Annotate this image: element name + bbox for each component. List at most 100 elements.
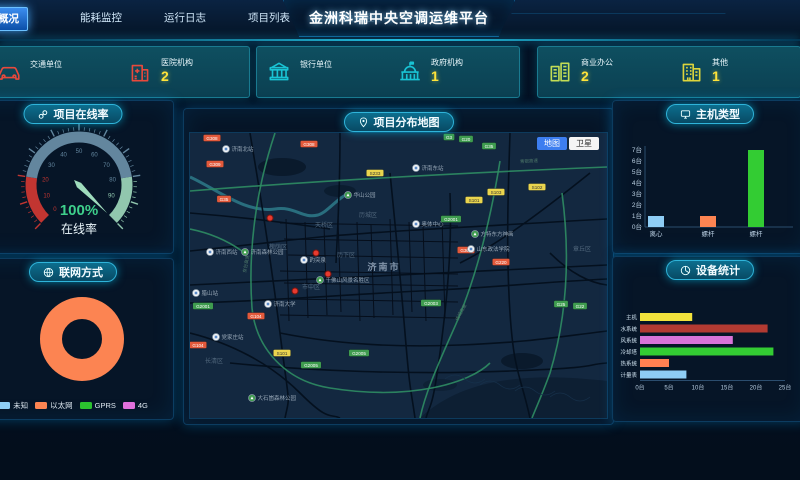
road-badge: G308 <box>203 135 220 142</box>
x-axis-label: 螺杆 <box>702 229 716 238</box>
panel-device-stats-header: 设备统计 <box>666 260 754 280</box>
globe-icon <box>43 267 54 278</box>
building-icon <box>678 59 704 85</box>
legend-item-4G[interactable]: 4G <box>123 401 148 410</box>
gauge-tick <box>43 139 45 142</box>
station-marker[interactable]: 党家庄站 <box>213 333 245 341</box>
map-lake <box>501 353 543 369</box>
gauge-tick-label: 50 <box>76 149 83 155</box>
gauge-label: 在线率 <box>61 221 97 236</box>
svg-text:G25: G25 <box>557 302 566 307</box>
gauge-tick <box>116 143 118 146</box>
svg-text:G2005: G2005 <box>352 351 366 356</box>
map-toggle-地图[interactable]: 地图 <box>537 137 567 150</box>
road-badge: S103 <box>487 189 504 196</box>
poi-label: 济南东站 <box>422 164 445 172</box>
government-icon <box>397 59 423 85</box>
project-marker[interactable] <box>325 271 331 277</box>
legend-swatch <box>123 402 135 409</box>
district-label: 历下区 <box>337 252 355 259</box>
panel-device-stats: 设备统计 主机水系统风系统冷却塔热系统计量表0台5台10台15台20台25台 <box>612 256 800 422</box>
stat-item: 医院机构2 <box>118 47 249 97</box>
gauge-tick <box>120 147 123 149</box>
stat-value: 2 <box>581 68 613 86</box>
district-label: 章丘区 <box>573 245 591 253</box>
legend-item-以太网[interactable]: 以太网 <box>35 400 73 411</box>
poi-label: 济南西站 <box>216 248 239 256</box>
project-marker[interactable] <box>267 215 273 221</box>
legend-item-GPRS[interactable]: GPRS <box>80 401 116 410</box>
legend-label: 4G <box>138 401 148 410</box>
station-marker[interactable]: 腊山站 <box>193 289 219 297</box>
poi-label: 济南北站 <box>232 145 255 153</box>
map-canvas[interactable]: 京台高速绕城高速青银高速槐荫区天桥区历城区历下区市中区长清区章丘区济南市G308… <box>189 132 608 419</box>
road-badge: S102 <box>528 184 545 191</box>
gauge-tick-label: 90 <box>108 194 115 200</box>
y-axis-label: 5台 <box>632 167 642 176</box>
legend-item-未知[interactable]: 未知 <box>0 400 28 411</box>
device-stats-bar-chart: 主机水系统风系统冷却塔热系统计量表0台5台10台15台20台25台 <box>619 279 800 417</box>
legend-swatch <box>35 402 47 409</box>
station-marker[interactable]: 济南大学 <box>265 300 297 308</box>
panel-host-type-header: 主机类型 <box>666 104 754 124</box>
stat-label: 交通单位 <box>30 60 62 70</box>
stat-card-transport-hospital: 交通单位 医院机构2 <box>0 46 250 98</box>
svg-text:G220: G220 <box>495 260 507 265</box>
office-icon <box>547 59 573 85</box>
road-badge: G104 <box>190 342 207 349</box>
svg-text:S102: S102 <box>532 185 543 190</box>
station-marker[interactable]: 奥体中心 <box>413 220 445 228</box>
dashboard-app: 概况 能耗监控 运行日志 项目列表 视频监控 金洲科瑞中央空调运维平台 交通单位… <box>0 0 800 480</box>
stat-item: 商业办公2 <box>538 47 669 97</box>
park-marker[interactable]: 千佛山风景名胜区 <box>317 276 371 284</box>
poi-label: 方特东方神画 <box>481 230 514 238</box>
panel-host-type: 主机类型 0台1台2台3台4台5台6台7台离心螺杆螺杆 <box>612 100 800 254</box>
gauge-tick <box>104 130 107 137</box>
gauge-tick-label: 60 <box>91 153 98 159</box>
gauge-tick <box>20 202 27 204</box>
panel-project-map-header: 项目分布地图 <box>344 112 454 132</box>
y-axis-label: 0台 <box>632 222 642 231</box>
map-layer-toggle: 地图卫星 <box>537 137 599 150</box>
hospital-icon <box>127 59 153 85</box>
panel-online-rate: 项目在线率 0102030405060708090100%在线率 <box>0 100 174 254</box>
road-badge: G2001 <box>441 216 462 223</box>
road-badge: G20 <box>459 136 473 143</box>
tab-energy-monitor[interactable]: 能耗监控 <box>72 7 130 29</box>
project-marker[interactable] <box>313 250 319 256</box>
station-marker[interactable]: 济南东站 <box>413 164 445 172</box>
station-marker[interactable]: 济南西站 <box>207 248 239 256</box>
svg-text:G2003: G2003 <box>424 301 438 306</box>
stat-value: 1 <box>431 68 463 86</box>
gauge-tick <box>51 130 54 137</box>
tab-run-log[interactable]: 运行日志 <box>156 7 214 29</box>
road-badge: G104 <box>247 313 264 320</box>
gauge-tick <box>24 165 27 166</box>
gauge-tick <box>23 171 26 172</box>
tab-overview[interactable]: 概况 <box>0 7 28 31</box>
gauge-tick <box>63 129 64 132</box>
gauge-tick <box>99 131 100 134</box>
map-toggle-卫星[interactable]: 卫星 <box>569 137 599 150</box>
stat-label: 商业办公 <box>581 58 613 68</box>
gauge-value: 100% <box>60 202 98 219</box>
station-marker[interactable]: 济南北站 <box>223 145 255 153</box>
gauge-tick-label: 10 <box>43 194 50 200</box>
gauge-tick <box>35 224 40 229</box>
park-marker[interactable]: 华山公园 <box>345 191 377 199</box>
station-marker[interactable]: 趵突泉 <box>301 256 327 264</box>
page-title: 金洲科瑞中央空调运维平台 <box>309 8 489 28</box>
map-svg: 京台高速绕城高速青银高速槐荫区天桥区历城区历下区市中区长清区章丘区济南市G308… <box>190 133 607 418</box>
road-badge: S233 <box>366 170 383 177</box>
gauge-tick <box>31 216 34 218</box>
stat-label: 政府机构 <box>431 58 463 68</box>
gauge-tick <box>94 129 95 132</box>
gauge-tick <box>132 171 135 172</box>
district-label: 天桥区 <box>315 221 333 229</box>
stat-label: 医院机构 <box>161 58 193 68</box>
stat-value: 1 <box>712 68 728 86</box>
hbar-category-label: 风系统 <box>620 337 637 345</box>
project-marker[interactable] <box>292 288 298 294</box>
panel-network-type: 联网方式 未知以太网GPRS4G <box>0 258 174 420</box>
road-badge: G2005 <box>301 362 322 369</box>
